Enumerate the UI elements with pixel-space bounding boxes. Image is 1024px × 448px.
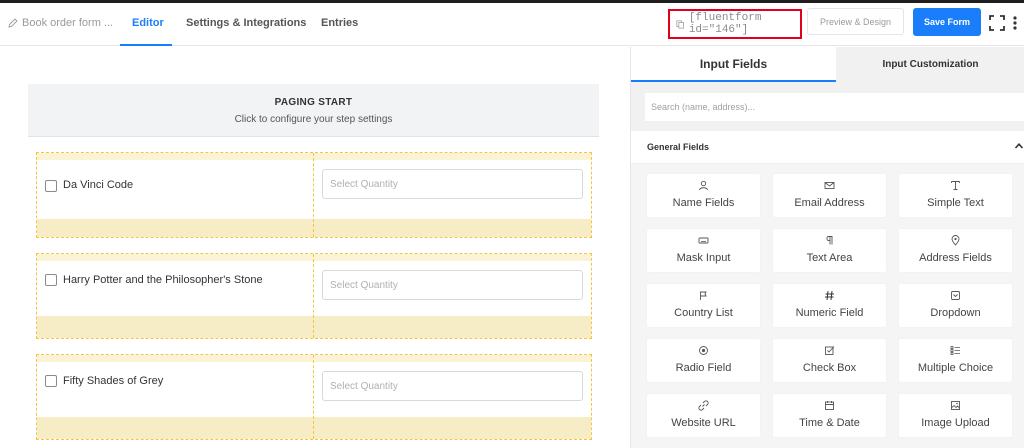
paging-start-block[interactable]: PAGING START Click to configure your ste… xyxy=(28,84,599,137)
row-divider xyxy=(313,254,314,338)
book-label: Harry Potter and the Philosopher's Stone xyxy=(63,274,263,286)
preview-design-button[interactable]: Preview & Design xyxy=(807,8,904,35)
active-tab-indicator xyxy=(120,44,172,46)
more-options-icon[interactable] xyxy=(1012,15,1018,31)
text-icon xyxy=(951,181,960,190)
chevron-up-icon[interactable] xyxy=(1014,141,1024,151)
shortcode-text: [fluentform id="146"] xyxy=(688,12,762,36)
form-row[interactable]: Da Vinci Code Select Quantity xyxy=(36,152,592,238)
field-card-email-address[interactable]: Email Address xyxy=(773,174,886,217)
paging-subtitle: Click to configure your step settings xyxy=(234,114,393,125)
row-band-bottom xyxy=(37,316,591,338)
field-card-text-area[interactable]: Text Area xyxy=(773,229,886,272)
checkbox-icon xyxy=(825,346,835,355)
copy-icon xyxy=(676,20,684,28)
link-icon xyxy=(698,400,709,411)
fullscreen-icon[interactable] xyxy=(989,15,1005,31)
field-label: Website URL xyxy=(671,417,736,429)
field-card-country-list[interactable]: Country List xyxy=(647,284,760,327)
user-icon xyxy=(699,180,708,191)
field-label: Numeric Field xyxy=(795,307,864,319)
save-form-button[interactable]: Save Form xyxy=(913,8,981,36)
book-label: Da Vinci Code xyxy=(63,179,134,191)
field-label: Address Fields xyxy=(919,252,992,264)
form-row[interactable]: Harry Potter and the Philosopher's Stone… xyxy=(36,253,592,339)
field-card-numeric-field[interactable]: Numeric Field xyxy=(773,284,886,327)
fields-sidebar: Input Fields Input Customization Search … xyxy=(630,47,1024,448)
tab-input-customization[interactable]: Input Customization xyxy=(836,47,1024,82)
row-left-cell xyxy=(37,362,313,417)
breadcrumb-label: Book order form ... xyxy=(22,17,114,29)
paging-title: PAGING START xyxy=(274,97,353,108)
row-divider xyxy=(313,153,314,237)
row-band-top xyxy=(37,355,591,362)
field-label: Radio Field xyxy=(675,362,732,374)
list-icon xyxy=(950,346,960,355)
general-fields-header[interactable]: General Fields xyxy=(631,131,1024,163)
quantity-select[interactable]: Select Quantity xyxy=(322,371,583,401)
field-label: Check Box xyxy=(802,362,857,374)
image-icon xyxy=(951,401,960,410)
field-label: Country List xyxy=(674,307,733,319)
field-label: Multiple Choice xyxy=(917,362,994,374)
tab-settings-integrations[interactable]: Settings & Integrations xyxy=(186,17,306,29)
radio-icon xyxy=(699,346,708,355)
field-card-website-url[interactable]: Website URL xyxy=(647,394,760,437)
row-left-cell xyxy=(37,261,313,316)
general-fields-title: General Fields xyxy=(647,142,710,152)
row-band-top xyxy=(37,254,591,261)
flag-icon xyxy=(700,291,707,300)
field-label: Time & Date xyxy=(799,417,860,429)
envelope-icon xyxy=(824,182,835,189)
field-label: Dropdown xyxy=(930,307,981,319)
field-card-image-upload[interactable]: Image Upload xyxy=(899,394,1012,437)
book-label: Fifty Shades of Grey xyxy=(63,375,164,387)
field-card-address-fields[interactable]: Address Fields xyxy=(899,229,1012,272)
field-grid: Name Fields Email Address Simple Text Ma… xyxy=(631,164,1024,448)
paragraph-icon xyxy=(826,236,833,245)
tab-editor[interactable]: Editor xyxy=(132,17,164,29)
hash-icon xyxy=(825,290,834,301)
row-band-bottom xyxy=(37,417,591,439)
form-editor-canvas: PAGING START Click to configure your ste… xyxy=(0,47,630,448)
field-label: Mask Input xyxy=(676,252,731,264)
quantity-select[interactable]: Select Quantity xyxy=(322,169,583,199)
tab-entries[interactable]: Entries xyxy=(321,17,358,29)
field-card-time-date[interactable]: Time & Date xyxy=(773,394,886,437)
field-label: Simple Text xyxy=(927,197,984,209)
field-label: Text Area xyxy=(806,252,853,264)
field-card-name-fields[interactable]: Name Fields xyxy=(647,174,760,217)
book-checkbox[interactable] xyxy=(45,375,57,387)
field-search-input[interactable]: Search (name, address)... xyxy=(645,93,1024,121)
dropdown-icon xyxy=(951,291,960,300)
keyboard-icon xyxy=(698,237,709,244)
row-band-top xyxy=(37,153,591,160)
row-band-bottom xyxy=(37,219,591,237)
tab-input-fields[interactable]: Input Fields xyxy=(631,47,836,82)
field-card-simple-text[interactable]: Simple Text xyxy=(899,174,1012,217)
field-card-mask-input[interactable]: Mask Input xyxy=(647,229,760,272)
form-row[interactable]: Fifty Shades of Grey Select Quantity xyxy=(36,354,592,440)
field-label: Name Fields xyxy=(672,197,735,209)
field-card-dropdown[interactable]: Dropdown xyxy=(899,284,1012,327)
map-pin-icon xyxy=(951,235,960,246)
calendar-icon xyxy=(825,401,834,410)
book-checkbox[interactable] xyxy=(45,274,57,286)
shortcode-copy[interactable]: [fluentform id="146"] xyxy=(668,9,802,39)
pencil-icon xyxy=(8,18,18,28)
field-card-multiple-choice[interactable]: Multiple Choice xyxy=(899,339,1012,382)
field-label: Email Address xyxy=(794,197,865,209)
row-divider xyxy=(313,355,314,439)
top-toolbar: Book order form ... Editor Settings & In… xyxy=(0,3,1024,46)
breadcrumb[interactable]: Book order form ... xyxy=(8,17,113,29)
book-checkbox[interactable] xyxy=(45,180,57,192)
field-label: Image Upload xyxy=(921,417,990,429)
field-card-radio-field[interactable]: Radio Field xyxy=(647,339,760,382)
quantity-select[interactable]: Select Quantity xyxy=(322,270,583,300)
field-card-check-box[interactable]: Check Box xyxy=(773,339,886,382)
